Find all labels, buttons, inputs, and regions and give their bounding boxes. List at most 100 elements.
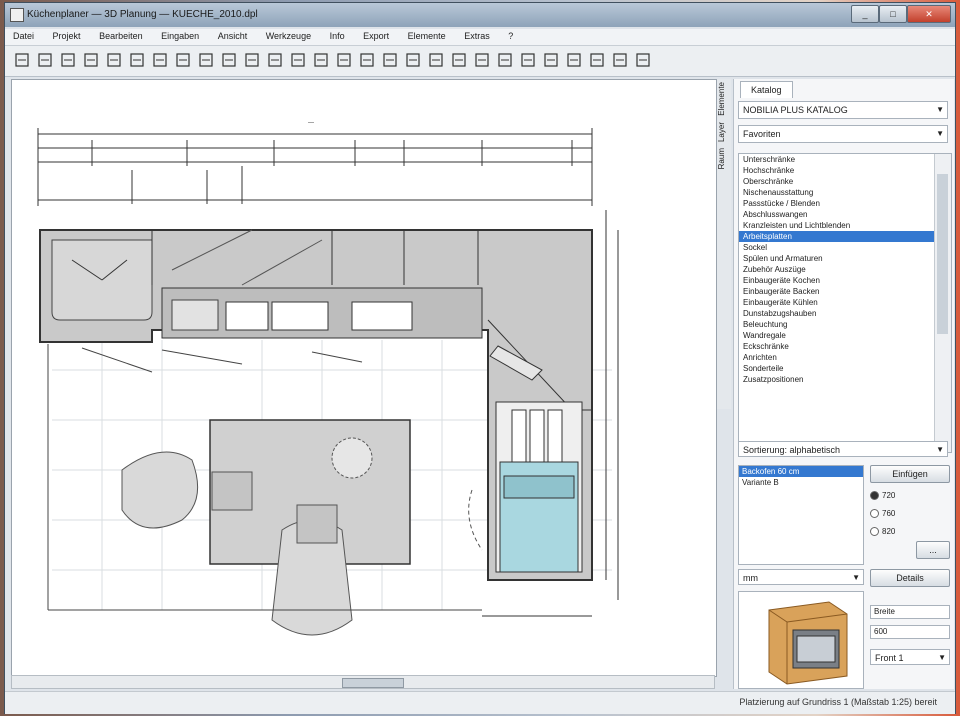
tree-item[interactable]: Hochschränke [739,165,951,176]
tree-item[interactable]: Kranzleisten und Lichtblenden [739,220,951,231]
tab-katalog[interactable]: Katalog [740,81,793,98]
menu-bearbeiten[interactable]: Bearbeiten [91,29,151,41]
menu-eingaben[interactable]: Eingaben [153,29,207,41]
3d-view-icon[interactable] [519,51,537,69]
side-tab-raum[interactable]: Raum [717,145,726,172]
variant-list[interactable]: Backofen 60 cm Variante B [738,465,864,565]
width-label-field[interactable]: Breite [870,605,950,619]
tree-item[interactable]: Einbaugeräte Kühlen [739,297,951,308]
tree-item[interactable]: Sockel [739,242,951,253]
copy-icon[interactable] [174,51,192,69]
tree-item[interactable]: Spülen und Armaturen [739,253,951,264]
more-button[interactable]: ... [916,541,950,559]
menu-projekt[interactable]: Projekt [45,29,89,41]
menu-info[interactable]: Info [322,29,353,41]
measure-icon[interactable] [358,51,376,69]
radio-820[interactable]: 820 [870,527,895,537]
window-icon[interactable] [335,51,353,69]
catalog-panel: Katalog NOBILIA PLUS KATALOG ▼ Favoriten… [733,79,954,689]
print-icon[interactable] [82,51,100,69]
open-icon[interactable] [36,51,54,69]
menu-werkzeuge[interactable]: Werkzeuge [258,29,319,41]
menu-ansicht[interactable]: Ansicht [210,29,256,41]
paste-icon[interactable] [197,51,215,69]
side-tab-elemente[interactable]: Elemente [717,79,726,119]
rect-icon[interactable] [243,51,261,69]
chevron-down-icon: ▼ [852,573,860,582]
front-combo[interactable]: Front 1 ▼ [870,649,950,665]
zoom-out-icon[interactable] [427,51,445,69]
dimension-texts: — [308,120,314,126]
tree-item[interactable]: Oberschränke [739,176,951,187]
catalog-combo[interactable]: NOBILIA PLUS KATALOG ▼ [738,101,948,119]
tree-item[interactable]: Passstücke / Blenden [739,198,951,209]
wall-icon[interactable] [289,51,307,69]
tree-item[interactable]: Wandregale [739,330,951,341]
zoom-in-icon[interactable] [404,51,422,69]
window-title: Küchenplaner — 3D Planung — KUECHE_2010.… [27,9,258,20]
tree-item[interactable]: Arbeitsplatten [739,231,951,242]
tree-scrollbar[interactable] [934,154,951,452]
tree-item[interactable]: Sonderteile [739,363,951,374]
tree-item[interactable]: Beleuchtung [739,319,951,330]
tree-item[interactable]: Unterschränke [739,154,951,165]
chevron-down-icon: ▼ [936,129,944,138]
tree-item[interactable]: Zubehör Auszüge [739,264,951,275]
sort-combo[interactable]: Sortierung: alphabetisch ▼ [738,441,948,457]
tree-item[interactable]: Nischenausstattung [739,187,951,198]
text-icon[interactable] [381,51,399,69]
radio-dot [870,509,879,519]
menu-datei[interactable]: Datei [5,29,42,41]
side-tab-layer[interactable]: Layer [717,119,726,145]
tree-item[interactable]: Dunstabzugshauben [739,308,951,319]
list-item[interactable]: Variante B [739,477,863,488]
tree-item[interactable]: Einbaugeräte Kochen [739,275,951,286]
plan-canvas[interactable]: — [11,79,717,677]
unit-combo-value: mm [743,573,758,583]
line-icon[interactable] [220,51,238,69]
snap-icon[interactable] [611,51,629,69]
grid-icon[interactable] [588,51,606,69]
width-value-field[interactable]: 600 [870,625,950,639]
tree-item[interactable]: Abschlusswangen [739,209,951,220]
tree-item[interactable]: Eckschränke [739,341,951,352]
chevron-down-icon: ▼ [936,445,944,454]
radio-760[interactable]: 760 [870,509,895,519]
catalog-tree[interactable]: Unterschränke Hochschränke Oberschränke Nis… [738,153,952,453]
redo-icon[interactable] [128,51,146,69]
render-icon[interactable] [542,51,560,69]
rotate-icon[interactable] [496,51,514,69]
details-button[interactable]: Details [870,569,950,587]
maximize-button[interactable]: □ [879,5,907,23]
layers-icon[interactable] [565,51,583,69]
group-combo[interactable]: Favoriten ▼ [738,125,948,143]
help-icon[interactable] [634,51,652,69]
front-combo-value: Front 1 [875,653,904,663]
close-button[interactable]: ✕ [907,5,951,23]
unit-combo[interactable]: mm ▼ [738,569,864,585]
select-icon[interactable] [266,51,284,69]
cut-icon[interactable] [151,51,169,69]
insert-button[interactable]: Einfügen [870,465,950,483]
new-icon[interactable] [13,51,31,69]
canvas-horizontal-scrollbar[interactable] [11,675,715,689]
menu-export[interactable]: Export [355,29,397,41]
tree-item[interactable]: Zusatzpositionen [739,374,951,385]
minimize-button[interactable]: _ [851,5,879,23]
article-preview [738,591,864,689]
zoom-fit-icon[interactable] [450,51,468,69]
scroll-thumb[interactable] [342,678,404,688]
menu-help[interactable]: ? [500,29,521,41]
tree-item[interactable]: Einbaugeräte Backen [739,286,951,297]
radio-dot [870,491,879,501]
door-icon[interactable] [312,51,330,69]
pan-icon[interactable] [473,51,491,69]
tree-item[interactable]: Anrichten [739,352,951,363]
list-item[interactable]: Backofen 60 cm [739,466,863,477]
menu-extras[interactable]: Extras [456,29,498,41]
menu-elemente[interactable]: Elemente [400,29,454,41]
radio-720[interactable]: 720 [870,491,895,501]
tree-scroll-thumb[interactable] [937,174,948,334]
undo-icon[interactable] [105,51,123,69]
save-icon[interactable] [59,51,77,69]
